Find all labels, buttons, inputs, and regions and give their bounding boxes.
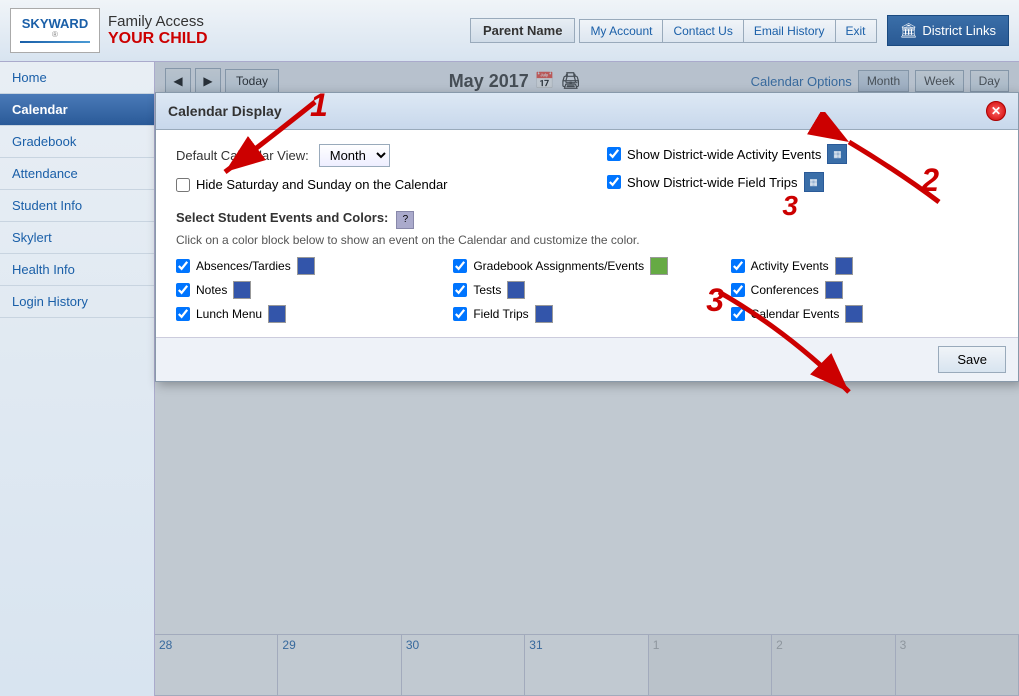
content-area: ◀ ▶ Today May 2017 📅 🖨 Calendar Options … <box>155 62 1019 696</box>
list-item: Lunch Menu <box>176 305 443 323</box>
district-links-button[interactable]: 🏛 District Links <box>887 15 1009 46</box>
absences-checkbox[interactable] <box>176 259 190 273</box>
activity-events-checkbox[interactable] <box>731 259 745 273</box>
top-nav: Parent Name My Account Contact Us Email … <box>470 15 1009 46</box>
calendar-display-modal: Calendar Display ✕ Default Calendar View… <box>155 92 1019 382</box>
conferences-checkbox[interactable] <box>731 283 745 297</box>
sidebar-item-health-info[interactable]: Health Info <box>0 254 154 286</box>
gradebook-checkbox[interactable] <box>453 259 467 273</box>
list-item: Calendar Events <box>731 305 998 323</box>
events-grid: Absences/Tardies Gradebook Assignments/E… <box>176 257 998 323</box>
list-item: Notes <box>176 281 443 299</box>
sidebar-item-home[interactable]: Home <box>0 62 154 94</box>
list-item: Gradebook Assignments/Events <box>453 257 720 275</box>
sidebar-item-login-history[interactable]: Login History <box>0 286 154 318</box>
help-icon[interactable]: ? <box>396 211 414 229</box>
main-layout: Home Calendar Gradebook Attendance Stude… <box>0 62 1019 696</box>
field-trips-label: Field Trips <box>473 307 528 321</box>
list-item: Tests <box>453 281 720 299</box>
logo-area: SKYWARD ® Family Access YOUR CHILD <box>10 8 208 53</box>
absences-color[interactable] <box>297 257 315 275</box>
email-history-button[interactable]: Email History <box>744 19 836 43</box>
show-district-activity-row: Show District-wide Activity Events ▦ <box>607 144 998 164</box>
sidebar: Home Calendar Gradebook Attendance Stude… <box>0 62 155 696</box>
field-trips-checkbox[interactable] <box>453 307 467 321</box>
sidebar-item-attendance[interactable]: Attendance <box>0 158 154 190</box>
gradebook-color[interactable] <box>650 257 668 275</box>
save-button[interactable]: Save <box>938 346 1006 373</box>
modal-close-button[interactable]: ✕ <box>986 101 1006 121</box>
district-links-icon: 🏛 <box>900 22 918 39</box>
calendar-events-checkbox[interactable] <box>731 307 745 321</box>
lunch-menu-color[interactable] <box>268 305 286 323</box>
default-view-label: Default Calendar View: <box>176 148 309 163</box>
conferences-color[interactable] <box>825 281 843 299</box>
modal-title: Calendar Display <box>168 103 282 119</box>
select-events-title: Select Student Events and Colors: <box>176 210 388 225</box>
parent-name: Parent Name <box>470 18 575 43</box>
tests-checkbox[interactable] <box>453 283 467 297</box>
activity-events-color[interactable] <box>835 257 853 275</box>
list-item: Absences/Tardies <box>176 257 443 275</box>
modal-body: Default Calendar View: Month Week Day Hi… <box>156 130 1018 337</box>
sidebar-item-calendar[interactable]: Calendar <box>0 94 154 126</box>
modal-title-bar: Calendar Display ✕ <box>156 93 1018 130</box>
default-view-select[interactable]: Month Week Day <box>319 144 390 167</box>
lunch-menu-checkbox[interactable] <box>176 307 190 321</box>
modal-overlay: Calendar Display ✕ Default Calendar View… <box>155 62 1019 696</box>
show-district-activity-label: Show District-wide Activity Events <box>627 147 821 162</box>
calendar-events-label: Calendar Events <box>751 307 840 321</box>
child-name: YOUR CHILD <box>108 30 208 48</box>
show-district-fieldtrips-checkbox[interactable] <box>607 175 621 189</box>
list-item: Field Trips <box>453 305 720 323</box>
district-fieldtrips-icon[interactable]: ▦ <box>804 172 824 192</box>
sidebar-item-skylert[interactable]: Skylert <box>0 222 154 254</box>
gradebook-label: Gradebook Assignments/Events <box>473 259 644 273</box>
my-account-button[interactable]: My Account <box>579 19 663 43</box>
show-district-fieldtrips-label: Show District-wide Field Trips <box>627 175 798 190</box>
notes-color[interactable] <box>233 281 251 299</box>
hide-sat-sun-checkbox[interactable] <box>176 178 190 192</box>
list-item: Activity Events <box>731 257 998 275</box>
contact-us-button[interactable]: Contact Us <box>663 19 743 43</box>
hide-sat-sun-row: Hide Saturday and Sunday on the Calendar <box>176 177 567 192</box>
exit-button[interactable]: Exit <box>836 19 877 43</box>
tests-label: Tests <box>473 283 501 297</box>
hide-sat-sun-label: Hide Saturday and Sunday on the Calendar <box>196 177 448 192</box>
default-view-row: Default Calendar View: Month Week Day <box>176 144 567 167</box>
notes-label: Notes <box>196 283 227 297</box>
list-item: Conferences <box>731 281 998 299</box>
top-header: SKYWARD ® Family Access YOUR CHILD Paren… <box>0 0 1019 62</box>
sidebar-item-gradebook[interactable]: Gradebook <box>0 126 154 158</box>
modal-footer: Save <box>156 337 1018 381</box>
field-trips-color[interactable] <box>535 305 553 323</box>
sidebar-item-student-info[interactable]: Student Info <box>0 190 154 222</box>
select-events-subtitle: Click on a color block below to show an … <box>176 233 998 247</box>
show-district-fieldtrips-row: Show District-wide Field Trips ▦ <box>607 172 998 192</box>
activity-events-label: Activity Events <box>751 259 829 273</box>
district-activity-icon[interactable]: ▦ <box>827 144 847 164</box>
lunch-menu-label: Lunch Menu <box>196 307 262 321</box>
tests-color[interactable] <box>507 281 525 299</box>
skyward-logo: SKYWARD ® <box>10 8 100 53</box>
notes-checkbox[interactable] <box>176 283 190 297</box>
absences-label: Absences/Tardies <box>196 259 291 273</box>
app-title: Family Access <box>108 13 208 30</box>
conferences-label: Conferences <box>751 283 819 297</box>
show-district-activity-checkbox[interactable] <box>607 147 621 161</box>
app-title-area: Family Access YOUR CHILD <box>108 13 208 48</box>
calendar-events-color[interactable] <box>845 305 863 323</box>
district-links-label: District Links <box>922 23 996 38</box>
